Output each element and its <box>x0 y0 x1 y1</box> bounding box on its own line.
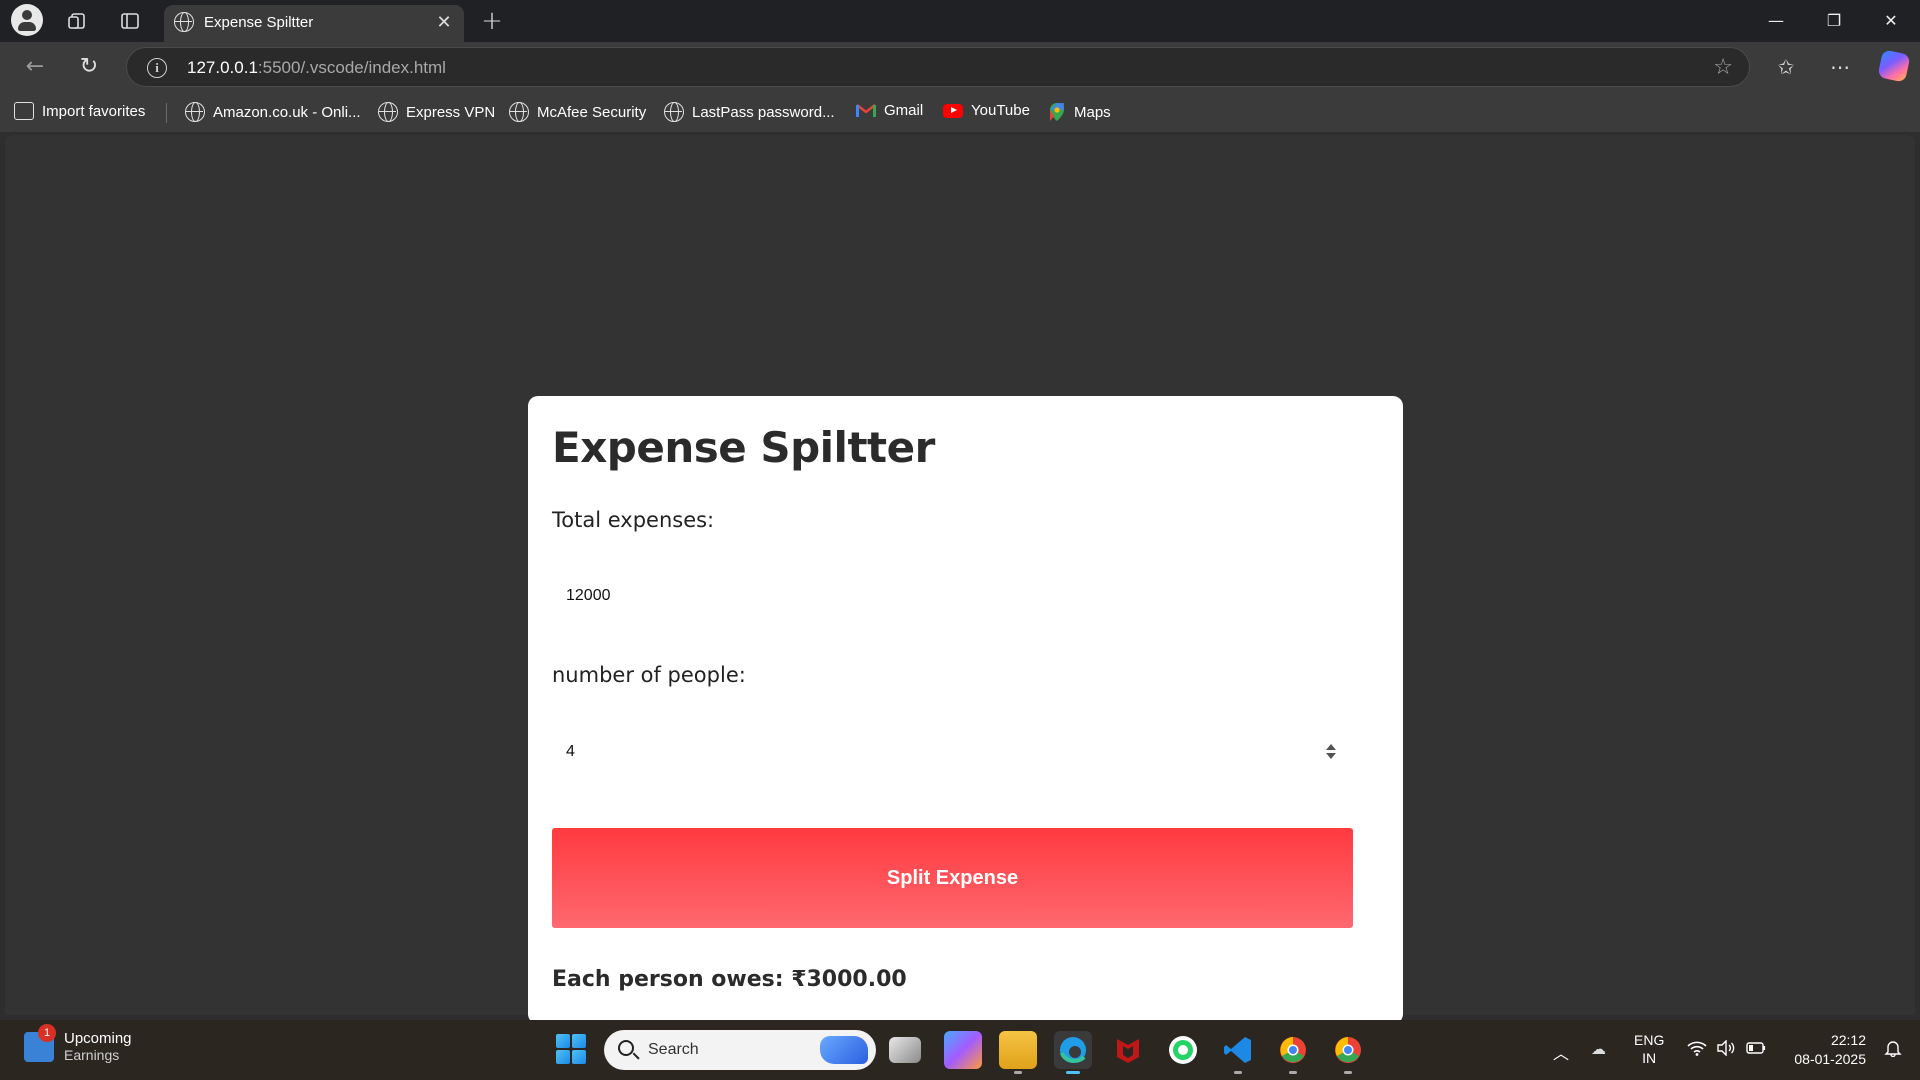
search-highlight-icon <box>820 1036 868 1064</box>
favorite-label: YouTube <box>971 102 1030 119</box>
favorite-label: LastPass password... <box>692 103 835 121</box>
vscode-icon[interactable] <box>1219 1031 1257 1074</box>
page-viewport: Expense Spiltter Total expenses: number … <box>5 135 1915 1024</box>
region-code: IN <box>1642 1050 1657 1066</box>
favorite-amazon[interactable]: Amazon.co.uk - Onli... <box>185 102 361 122</box>
result-text: Each person owes: ₹3000.00 <box>552 967 907 992</box>
favorite-maps[interactable]: Maps <box>1048 102 1111 122</box>
whatsapp-icon[interactable] <box>1164 1031 1202 1069</box>
search-icon <box>618 1040 634 1056</box>
divider <box>166 103 167 123</box>
favorite-gmail[interactable]: Gmail <box>856 102 923 119</box>
globe-icon <box>664 102 684 122</box>
globe-icon <box>185 102 205 122</box>
tab-expense-splitter[interactable]: Expense Spiltter ✕ <box>164 5 464 42</box>
new-tab-button[interactable]: + <box>476 5 508 37</box>
edge-browser-icon[interactable] <box>1054 1031 1092 1074</box>
wifi-icon[interactable] <box>1687 1040 1707 1059</box>
search-placeholder: Search <box>648 1041 699 1058</box>
site-info-icon[interactable]: i <box>147 58 167 78</box>
battery-icon[interactable] <box>1746 1041 1766 1058</box>
tab-title: Expense Spiltter <box>204 14 314 31</box>
favorite-express-vpn[interactable]: Express VPN <box>378 102 495 122</box>
restore-button[interactable]: ❐ <box>1805 0 1863 42</box>
tab-actions-icon[interactable] <box>114 5 146 37</box>
import-icon <box>14 102 34 120</box>
collections-icon[interactable] <box>61 5 93 37</box>
favorite-star-icon[interactable]: ☆ <box>1713 55 1733 80</box>
minimize-button[interactable]: — <box>1747 0 1805 42</box>
widget-subtitle: Earnings <box>64 1047 120 1063</box>
notifications-icon[interactable] <box>1884 1039 1902 1062</box>
favorites-icon[interactable]: ✩ <box>1770 51 1802 83</box>
mcafee-icon[interactable] <box>1109 1031 1147 1069</box>
onedrive-error-icon[interactable]: ☁ <box>1591 1040 1606 1058</box>
favorite-label: Import favorites <box>42 102 146 120</box>
url-text[interactable]: 127.0.0.1:5500/.vscode/index.html <box>187 58 446 78</box>
url-path: :5500/.vscode/index.html <box>257 58 446 77</box>
back-button[interactable]: ← <box>19 51 51 83</box>
clock[interactable]: 22:12 08-01-2025 <box>1786 1031 1866 1069</box>
stocks-icon: 1 <box>24 1023 56 1062</box>
notification-badge: 1 <box>38 1023 56 1042</box>
globe-icon <box>509 102 529 122</box>
address-bar[interactable]: i 127.0.0.1:5500/.vscode/index.html ☆ <box>126 47 1750 87</box>
taskbar-search[interactable]: Search <box>604 1030 876 1070</box>
favorite-mcafee[interactable]: McAfee Security <box>509 102 646 122</box>
favorite-label: Express VPN <box>406 103 496 121</box>
chrome-icon[interactable] <box>1274 1031 1312 1074</box>
favorites-bar: Import favorites Amazon.co.uk - Onli... … <box>0 92 1920 132</box>
expense-card: Expense Spiltter Total expenses: number … <box>528 396 1403 1024</box>
language-indicator[interactable]: ENG IN <box>1634 1031 1664 1067</box>
refresh-button[interactable]: ↻ <box>73 51 105 83</box>
clock-date: 08-01-2025 <box>1794 1051 1866 1067</box>
clock-time: 22:12 <box>1830 1032 1866 1048</box>
people-count-input[interactable] <box>552 726 1355 778</box>
close-tab-icon[interactable]: ✕ <box>432 11 456 35</box>
people-count-field[interactable] <box>552 726 1355 778</box>
favorite-label: McAfee Security <box>537 103 647 121</box>
title-bar: Expense Spiltter ✕ + — ❐ ✕ <box>0 0 1920 42</box>
weather-widget[interactable]: 1 Upcoming Earnings <box>24 1023 132 1063</box>
url-host: 127.0.0.1 <box>187 58 258 77</box>
more-options-icon[interactable]: ⋯ <box>1824 51 1856 83</box>
maps-icon <box>1048 102 1066 122</box>
favorite-lastpass[interactable]: LastPass password... <box>664 102 835 122</box>
volume-icon[interactable] <box>1716 1039 1736 1059</box>
split-expense-button[interactable]: Split Expense <box>552 828 1353 928</box>
globe-icon <box>174 12 194 32</box>
widget-title: Upcoming <box>64 1030 132 1047</box>
favorite-label: Amazon.co.uk - Onli... <box>213 103 361 121</box>
people-count-label: number of people: <box>552 663 746 687</box>
file-explorer-icon[interactable] <box>999 1031 1037 1074</box>
number-spinner-icon[interactable] <box>1325 744 1337 762</box>
copilot-app-icon[interactable] <box>944 1031 982 1069</box>
favorite-label: Gmail <box>884 102 924 119</box>
gmail-icon <box>856 103 876 118</box>
globe-icon <box>378 102 398 122</box>
youtube-icon <box>943 103 963 118</box>
favorite-import[interactable]: Import favorites <box>14 102 145 120</box>
total-expenses-label: Total expenses: <box>552 508 715 532</box>
start-icon[interactable] <box>556 1034 586 1064</box>
favorite-youtube[interactable]: YouTube <box>943 102 1030 119</box>
profile-avatar-icon[interactable] <box>11 4 43 36</box>
browser-toolbar: ← ↻ i 127.0.0.1:5500/.vscode/index.html … <box>0 42 1920 92</box>
chrome-profile-icon[interactable] <box>1329 1031 1367 1074</box>
favorite-label: Maps <box>1074 103 1111 121</box>
total-expenses-input[interactable] <box>552 570 1355 622</box>
chevron-up-icon[interactable]: ︿ <box>1553 1040 1569 1064</box>
language-code: ENG <box>1634 1032 1665 1048</box>
task-view-icon[interactable] <box>889 1037 921 1063</box>
close-window-button[interactable]: ✕ <box>1862 0 1920 42</box>
page-title: Expense Spiltter <box>552 423 935 472</box>
